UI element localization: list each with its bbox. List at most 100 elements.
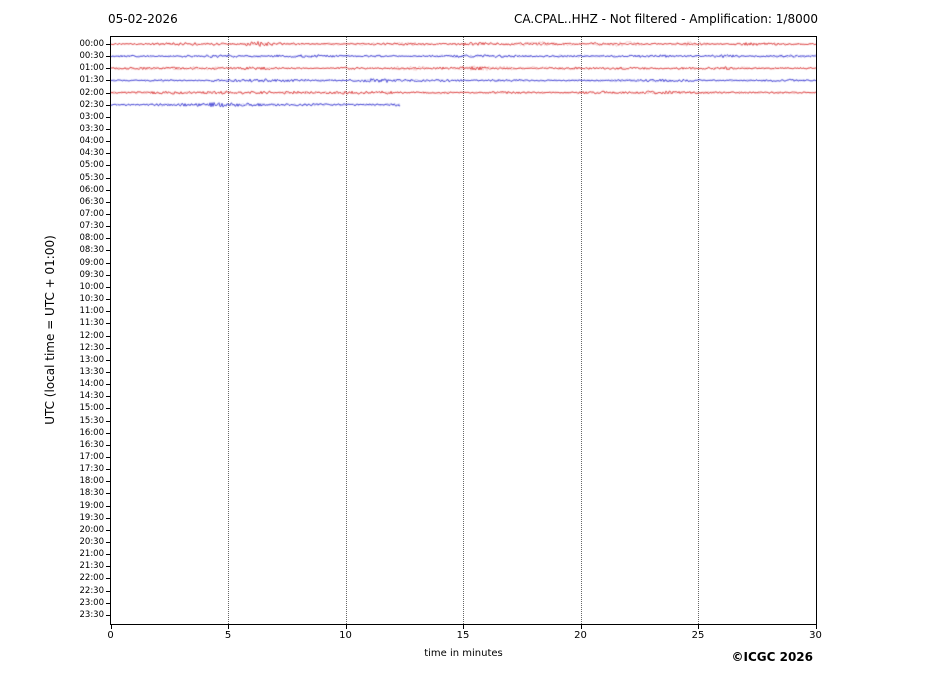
- y-tick-label: 22:00: [79, 573, 105, 584]
- y-tick-mark: [106, 80, 110, 82]
- y-tick-label: 03:30: [79, 124, 105, 135]
- y-tick-label: 20:30: [79, 536, 105, 547]
- y-tick-mark: [106, 56, 110, 58]
- y-tick-label: 16:00: [79, 427, 105, 438]
- y-tick-label: 06:30: [79, 196, 105, 207]
- x-tick-mark: [580, 625, 582, 629]
- y-tick-label: 02:30: [79, 99, 105, 110]
- y-tick-mark: [106, 420, 110, 422]
- y-tick-mark: [106, 335, 110, 337]
- y-tick-mark: [106, 274, 110, 276]
- y-tick-mark: [106, 347, 110, 349]
- x-tick-mark: [463, 625, 464, 629]
- y-tick-label: 14:30: [79, 391, 105, 402]
- y-tick-label: 08:30: [79, 245, 105, 256]
- y-tick-mark: [106, 44, 110, 45]
- y-tick-label: 23:30: [79, 609, 105, 620]
- y-tick-label: 17:00: [79, 451, 105, 462]
- y-tick-mark: [106, 153, 110, 155]
- y-tick-label: 18:30: [79, 488, 105, 499]
- helicorder-figure: 05-02-2026 CA.CPAL..HHZ - Not filtered -…: [0, 0, 927, 696]
- y-tick-label: 05:00: [79, 160, 105, 171]
- y-tick-label: 12:00: [79, 330, 105, 341]
- y-tick-label: 02:00: [79, 87, 105, 98]
- x-tick-label: 15: [456, 630, 470, 641]
- x-tick-label: 20: [574, 630, 587, 641]
- y-tick-mark: [106, 129, 110, 131]
- y-tick-label: 09:00: [79, 257, 105, 268]
- y-tick-mark: [106, 396, 110, 398]
- y-tick-mark: [106, 250, 110, 252]
- y-tick-label: 09:30: [79, 269, 105, 280]
- y-tick-label: 01:00: [79, 63, 105, 74]
- copyright-text: ©ICGC 2026: [731, 650, 813, 664]
- x-tick-label: 0: [107, 630, 114, 641]
- x-tick-label: 30: [809, 630, 822, 641]
- y-tick-label: 11:30: [79, 318, 105, 329]
- y-tick-label: 19:00: [79, 500, 105, 511]
- y-tick-mark: [106, 238, 110, 240]
- y-tick-mark: [106, 505, 110, 507]
- y-tick-mark: [106, 371, 110, 373]
- y-tick-label: 16:30: [79, 439, 105, 450]
- y-tick-mark: [106, 432, 110, 434]
- date-title: 05-02-2026: [108, 12, 178, 26]
- y-tick-mark: [106, 262, 110, 264]
- y-tick-mark: [106, 481, 110, 483]
- y-tick-label: 10:00: [79, 281, 105, 292]
- y-tick-label: 06:00: [79, 184, 105, 195]
- y-tick-mark: [106, 299, 110, 301]
- y-tick-label: 21:30: [79, 561, 105, 572]
- y-tick-mark: [106, 469, 110, 471]
- y-tick-mark: [106, 104, 110, 106]
- y-tick-label: 10:30: [79, 294, 105, 305]
- seismogram-canvas: [111, 37, 816, 624]
- y-tick-mark: [106, 214, 110, 216]
- y-tick-mark: [106, 517, 110, 519]
- y-tick-mark: [106, 529, 110, 531]
- y-tick-label: 12:30: [79, 342, 105, 353]
- y-tick-mark: [106, 141, 110, 143]
- y-tick-mark: [106, 444, 110, 446]
- y-tick-label: 03:00: [79, 111, 105, 122]
- y-tick-mark: [106, 286, 110, 288]
- y-tick-mark: [106, 554, 110, 556]
- y-tick-label: 15:30: [79, 415, 105, 426]
- y-tick-mark: [106, 541, 110, 543]
- y-tick-label: 01:30: [79, 75, 105, 86]
- y-tick-label: 07:00: [79, 209, 105, 220]
- x-tick-mark: [228, 625, 229, 629]
- y-tick-label: 13:00: [79, 354, 105, 365]
- y-tick-mark: [106, 201, 110, 203]
- y-tick-mark: [106, 493, 110, 495]
- y-tick-mark: [106, 311, 110, 313]
- y-tick-mark: [106, 602, 110, 604]
- y-tick-mark: [106, 226, 110, 228]
- y-tick-mark: [106, 408, 110, 410]
- y-tick-label: 20:00: [79, 524, 105, 535]
- y-tick-mark: [106, 68, 110, 70]
- y-tick-label: 04:00: [79, 136, 105, 147]
- y-tick-label: 15:00: [79, 403, 105, 414]
- x-tick-mark: [345, 625, 347, 629]
- x-tick-mark: [815, 625, 817, 629]
- y-tick-mark: [106, 359, 110, 361]
- y-tick-label: 00:00: [79, 39, 105, 49]
- x-axis-label: time in minutes: [424, 648, 503, 659]
- y-tick-label: 21:00: [79, 549, 105, 560]
- y-tick-label: 19:30: [79, 512, 105, 523]
- y-tick-label: 23:00: [79, 597, 105, 608]
- y-tick-mark: [106, 566, 110, 568]
- y-tick-mark: [106, 92, 110, 94]
- y-tick-label: 07:30: [79, 221, 105, 232]
- y-tick-mark: [106, 189, 110, 191]
- y-tick-label: 13:30: [79, 366, 105, 377]
- x-tick-label: 5: [224, 630, 232, 641]
- y-tick-label: 05:30: [79, 172, 105, 183]
- y-tick-label: 14:00: [79, 379, 105, 390]
- y-tick-mark: [106, 177, 110, 179]
- y-tick-mark: [106, 165, 110, 167]
- x-tick-mark: [110, 625, 112, 629]
- station-title: CA.CPAL..HHZ - Not filtered - Amplificat…: [514, 12, 818, 26]
- y-tick-mark: [106, 578, 110, 580]
